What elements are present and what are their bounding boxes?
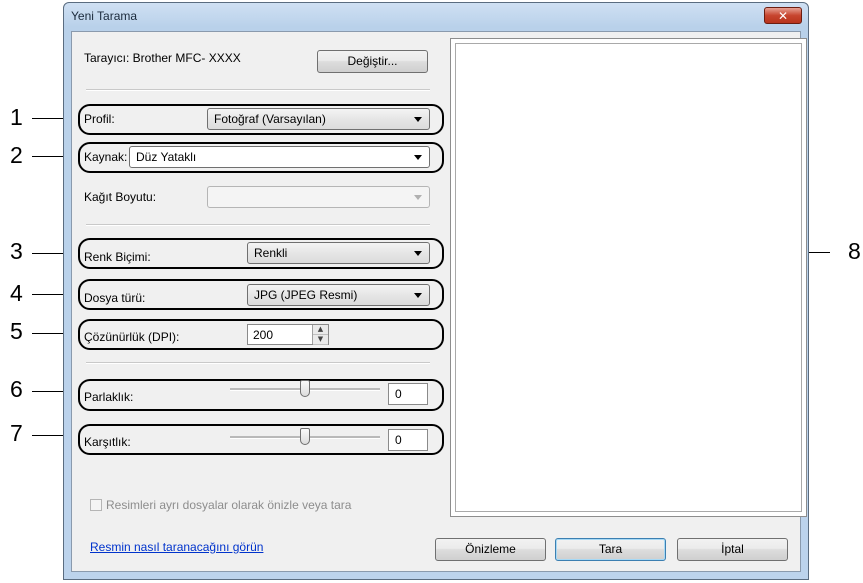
cancel-button[interactable]: İptal	[677, 538, 788, 561]
scan-button[interactable]: Tara	[555, 538, 666, 561]
source-value: Düz Yataklı	[136, 150, 197, 164]
chevron-down-icon	[414, 155, 422, 160]
callout-8: 8	[848, 238, 861, 264]
source-label: Kaynak:	[84, 150, 128, 164]
separator-3	[86, 362, 430, 364]
file-type-label: Dosya türü:	[84, 291, 146, 305]
color-format-value: Renkli	[254, 246, 288, 260]
brightness-value: 0	[395, 387, 402, 401]
profile-label: Profil:	[84, 112, 115, 126]
callout-7: 7	[10, 420, 23, 446]
contrast-label: Karşıtlık:	[84, 435, 131, 449]
scanner-label: Tarayıcı: Brother MFC- XXXX	[84, 51, 241, 65]
file-type-value: JPG (JPEG Resmi)	[254, 288, 358, 302]
help-link[interactable]: Resmin nasıl taranacağını görün	[90, 540, 263, 554]
callout-1: 1	[10, 104, 23, 130]
profile-value: Fotoğraf (Varsayılan)	[214, 112, 326, 126]
contrast-slider-thumb[interactable]	[300, 428, 310, 445]
callout-5: 5	[10, 318, 23, 344]
title-bar[interactable]: Yeni Tarama ✕	[64, 3, 808, 31]
chevron-down-icon	[414, 293, 422, 298]
brightness-input[interactable]: 0	[388, 383, 428, 405]
paper-size-label: Kağıt Boyutu:	[84, 190, 157, 204]
preview-pane	[450, 38, 807, 517]
resolution-spinner[interactable]: 200 ▲ ▼	[247, 324, 329, 345]
spinner-buttons[interactable]: ▲ ▼	[312, 325, 328, 345]
separate-files-checkbox	[90, 499, 102, 511]
resolution-label: Çözünürlük (DPI):	[84, 330, 180, 344]
spin-down-icon[interactable]: ▼	[313, 335, 328, 345]
close-icon: ✕	[777, 9, 789, 23]
callout-6: 6	[10, 376, 23, 402]
scan-dialog: Yeni Tarama ✕ Tarayıcı: Brother MFC- XXX…	[63, 2, 809, 580]
separate-files-label: Resimleri ayrı dosyalar olarak önizle ve…	[106, 498, 352, 512]
close-button[interactable]: ✕	[764, 7, 802, 24]
brightness-slider-thumb[interactable]	[300, 380, 310, 397]
contrast-value: 0	[395, 433, 402, 447]
separator-2	[86, 224, 430, 226]
file-type-dropdown[interactable]: JPG (JPEG Resmi)	[247, 284, 430, 306]
callout-2: 2	[10, 142, 23, 168]
callout-4: 4	[10, 280, 23, 306]
source-dropdown[interactable]: Düz Yataklı	[129, 146, 430, 168]
color-format-dropdown[interactable]: Renkli	[247, 242, 430, 264]
paper-size-dropdown	[207, 186, 430, 208]
brightness-label: Parlaklık:	[84, 390, 134, 404]
separator-1	[86, 89, 430, 91]
chevron-down-icon	[414, 195, 422, 200]
callout-3: 3	[10, 238, 23, 264]
chevron-down-icon	[414, 251, 422, 256]
chevron-down-icon	[414, 117, 422, 122]
color-format-label: Renk Biçimi:	[84, 250, 151, 264]
spin-up-icon[interactable]: ▲	[313, 325, 328, 335]
preview-canvas	[455, 43, 802, 512]
preview-button[interactable]: Önizleme	[435, 538, 546, 561]
contrast-input[interactable]: 0	[388, 429, 428, 451]
change-scanner-button[interactable]: Değiştir...	[317, 50, 428, 73]
resolution-value[interactable]: 200	[253, 328, 273, 342]
window-title: Yeni Tarama	[71, 9, 138, 23]
profile-dropdown[interactable]: Fotoğraf (Varsayılan)	[207, 108, 430, 130]
dialog-body: Tarayıcı: Brother MFC- XXXX Değiştir... …	[71, 31, 807, 572]
